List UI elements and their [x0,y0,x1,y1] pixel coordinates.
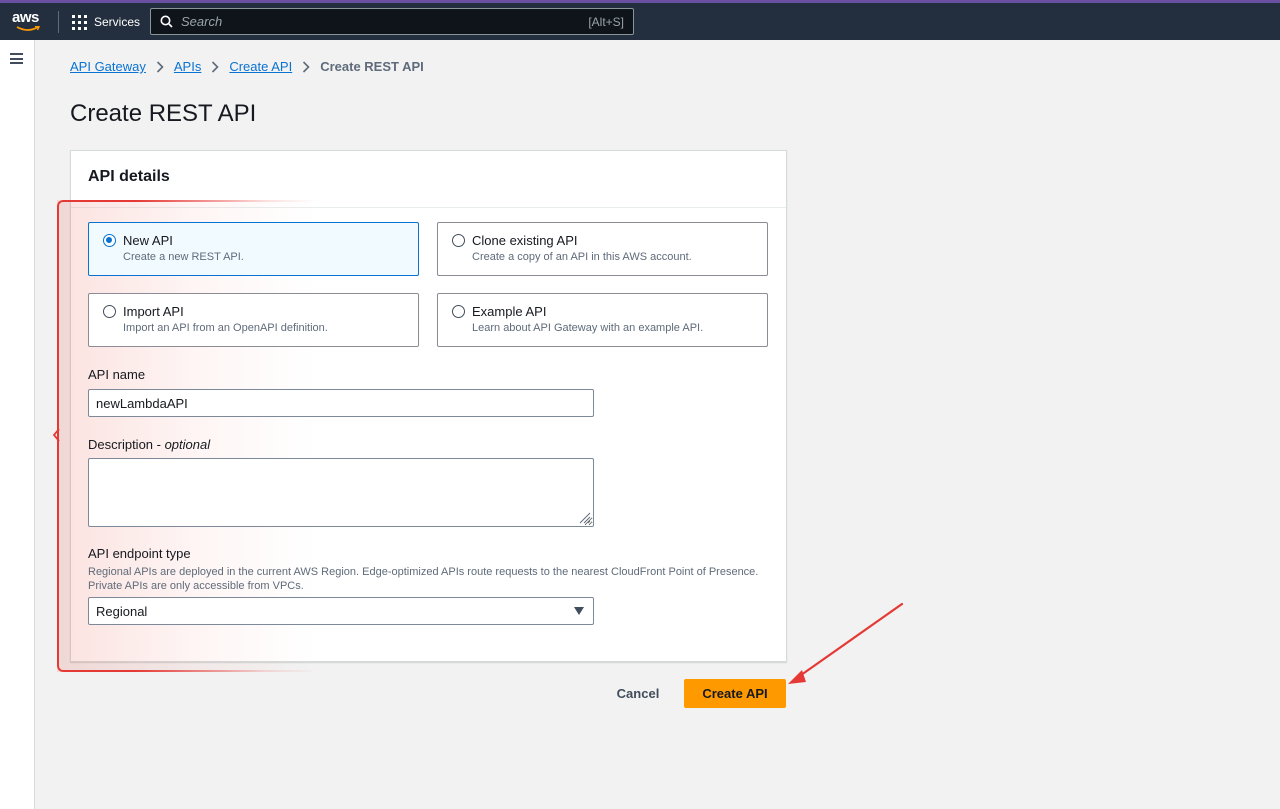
api-name-input[interactable] [88,389,594,417]
services-label: Services [94,15,141,29]
endpoint-type-label: API endpoint type [88,546,191,561]
option-import-api[interactable]: Import API Import an API from an OpenAPI… [88,293,419,347]
page-title: Create REST API [70,100,257,127]
radio-example-api[interactable] [452,305,465,318]
cancel-button[interactable]: Cancel [606,679,670,707]
option-clone-existing-api[interactable]: Clone existing API Create a copy of an A… [437,222,768,276]
search-icon [160,15,173,28]
side-navigation-rail [0,40,35,809]
description-label-text: Description - [88,437,165,452]
services-menu-button[interactable]: Services [72,12,140,32]
breadcrumb-current: Create REST API [320,59,424,74]
option-description: Create a copy of an API in this AWS acco… [472,251,692,263]
option-title: New API [123,233,173,248]
endpoint-type-select[interactable]: Regional [88,597,594,625]
api-name-label: API name [88,367,146,382]
endpoint-type-hint: Regional APIs are deployed in the curren… [88,566,759,592]
chevron-right-icon [211,60,219,73]
annotation-arrow [788,602,904,684]
annotation-bracket-notch [52,429,60,441]
menu-hamburger-icon[interactable] [10,53,23,64]
description-label: Description - optional [88,437,210,452]
aws-logo[interactable]: aws [12,9,46,35]
endpoint-type-selected-value: Regional [96,604,148,619]
nav-divider [58,11,59,33]
services-grid-icon [72,14,87,30]
option-example-api[interactable]: Example API Learn about API Gateway with… [437,293,768,347]
option-title: Import API [123,304,184,319]
breadcrumb-api-gateway[interactable]: API Gateway [70,59,146,74]
option-new-api[interactable]: New API Create a new REST API. [88,222,419,276]
global-search-box[interactable]: [Alt+S] [150,8,634,35]
breadcrumb: API Gateway APIs Create API Create REST … [70,59,424,74]
radio-new-api[interactable] [103,234,116,247]
aws-logo-text: aws [12,9,39,26]
search-shortcut-hint: [Alt+S] [588,14,624,29]
create-api-button[interactable]: Create API [684,679,786,708]
chevron-right-icon [302,60,310,73]
radio-import-api[interactable] [103,305,116,318]
optional-tag: optional [164,437,211,452]
option-title: Example API [472,304,547,319]
option-title: Clone existing API [472,233,578,248]
api-details-header: API details [71,151,786,208]
chevron-right-icon [156,60,164,73]
radio-clone-existing-api[interactable] [452,234,465,247]
option-description: Import an API from an OpenAPI definition… [123,322,328,334]
search-input[interactable] [181,14,589,29]
option-description: Learn about API Gateway with an example … [472,322,704,334]
breadcrumb-create-api[interactable]: Create API [229,59,292,74]
aws-smile-icon [16,26,40,31]
option-description: Create a new REST API. [123,251,244,263]
top-navigation-bar: aws Services [Alt+S] [0,0,1280,40]
breadcrumb-apis[interactable]: APIs [174,59,201,74]
description-textarea[interactable] [88,458,594,527]
caret-down-icon [574,607,584,615]
